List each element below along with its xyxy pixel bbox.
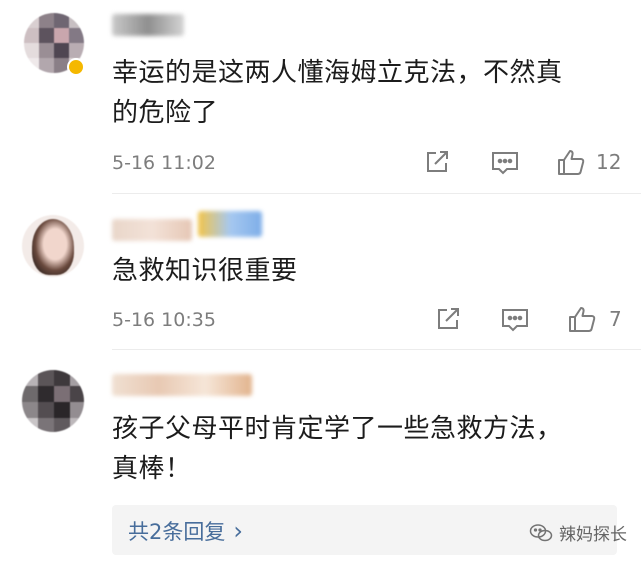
verified-badge-icon xyxy=(67,58,85,76)
comment-text-line: 幸运的是这两人懂海姆立克法，不然真 xyxy=(112,58,563,88)
share-button[interactable] xyxy=(423,148,451,176)
comment-icon xyxy=(492,152,518,175)
comment-item: 幸运的是这两人懂海姆立克法，不然真 的危险了 5-16 11:02 12 xyxy=(0,0,641,195)
username-blurred[interactable] xyxy=(112,14,184,36)
avatar[interactable] xyxy=(22,215,84,277)
comment-text: 急救知识很重要 xyxy=(112,251,298,291)
comment-item: 急救知识很重要 5-16 10:35 7 xyxy=(0,195,641,350)
like-icon xyxy=(558,150,585,175)
wechat-logo-icon xyxy=(529,523,553,541)
share-icon xyxy=(427,151,448,172)
view-replies-link[interactable]: 共2条回复 › xyxy=(128,516,243,546)
watermark-text: 辣妈探长 xyxy=(559,525,627,545)
comment-icon xyxy=(502,309,528,332)
comment-text-line: 急救知识很重要 xyxy=(112,256,298,286)
like-icon xyxy=(569,307,596,332)
comment-button[interactable] xyxy=(490,149,520,177)
like-button[interactable]: 12 xyxy=(556,147,621,177)
like-count: 12 xyxy=(596,150,622,174)
comment-timestamp: 5-16 11:02 xyxy=(112,152,216,174)
comment-button[interactable] xyxy=(500,306,530,334)
comment-text-line: 孩子父母平时肯定学了一些急救方法， xyxy=(112,414,563,444)
username-blurred[interactable] xyxy=(112,219,192,241)
comment-text: 幸运的是这两人懂海姆立克法，不然真 的危险了 xyxy=(112,53,563,133)
watermark: 辣妈探长 xyxy=(529,520,627,545)
comment-text-line: 的危险了 xyxy=(112,98,219,128)
fan-badge-blurred xyxy=(198,211,262,237)
like-button[interactable]: 7 xyxy=(567,304,622,334)
avatar[interactable] xyxy=(22,370,84,432)
replies-label: 共2条回复 xyxy=(128,520,226,544)
chevron-right-icon: › xyxy=(233,517,243,545)
comment-text: 孩子父母平时肯定学了一些急救方法， 真棒！ xyxy=(112,409,563,489)
like-count: 7 xyxy=(609,307,622,331)
username-blurred[interactable] xyxy=(112,374,252,396)
comment-text-line: 真棒！ xyxy=(112,454,192,484)
share-button[interactable] xyxy=(434,305,462,333)
share-icon xyxy=(438,308,459,329)
comment-timestamp: 5-16 10:35 xyxy=(112,309,216,331)
divider xyxy=(112,193,641,194)
